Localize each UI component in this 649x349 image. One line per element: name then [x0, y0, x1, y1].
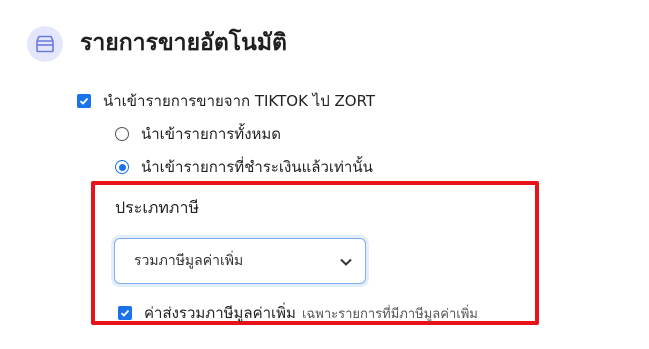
tax-type-label: ประเภทภาษี	[115, 198, 199, 217]
shipping-vat-note: เฉพาะรายการที่มีภาษีมูลค่าเพิ่ม	[301, 306, 478, 322]
import-sales-label: นำเข้ารายการขายจาก TIKTOK ไป ZORT	[103, 92, 376, 110]
tax-type-select[interactable]: รวมภาษีมูลค่าเพิ่ม	[114, 238, 366, 284]
chevron-down-icon	[339, 252, 353, 271]
radio-import-paid[interactable]: นำเข้ารายการที่ชำระเงินแล้วเท่านั้น	[115, 155, 373, 179]
radio-import-paid-label: นำเข้ารายการที่ชำระเงินแล้วเท่านั้น	[141, 158, 373, 176]
shipping-vat-checkbox[interactable]	[118, 306, 132, 320]
radio-import-all-label: นำเข้ารายการทั้งหมด	[141, 125, 282, 143]
radio-import-paid-button[interactable]	[115, 160, 129, 174]
radio-import-all[interactable]: นำเข้ารายการทั้งหมด	[115, 122, 281, 146]
section-title: รายการขายอัตโนมัติ	[80, 30, 287, 56]
shipping-vat-option[interactable]: ค่าส่งรวมภาษีมูลค่าเพิ่ม เฉพาะรายการที่ม…	[118, 301, 478, 325]
store-icon	[27, 26, 63, 62]
import-sales-checkbox[interactable]	[77, 94, 91, 108]
shipping-vat-label: ค่าส่งรวมภาษีมูลค่าเพิ่ม	[144, 304, 296, 322]
radio-import-all-button[interactable]	[115, 127, 129, 141]
import-sales-option[interactable]: นำเข้ารายการขายจาก TIKTOK ไป ZORT	[77, 89, 375, 113]
tax-type-selected-value: รวมภาษีมูลค่าเพิ่ม	[134, 253, 244, 269]
